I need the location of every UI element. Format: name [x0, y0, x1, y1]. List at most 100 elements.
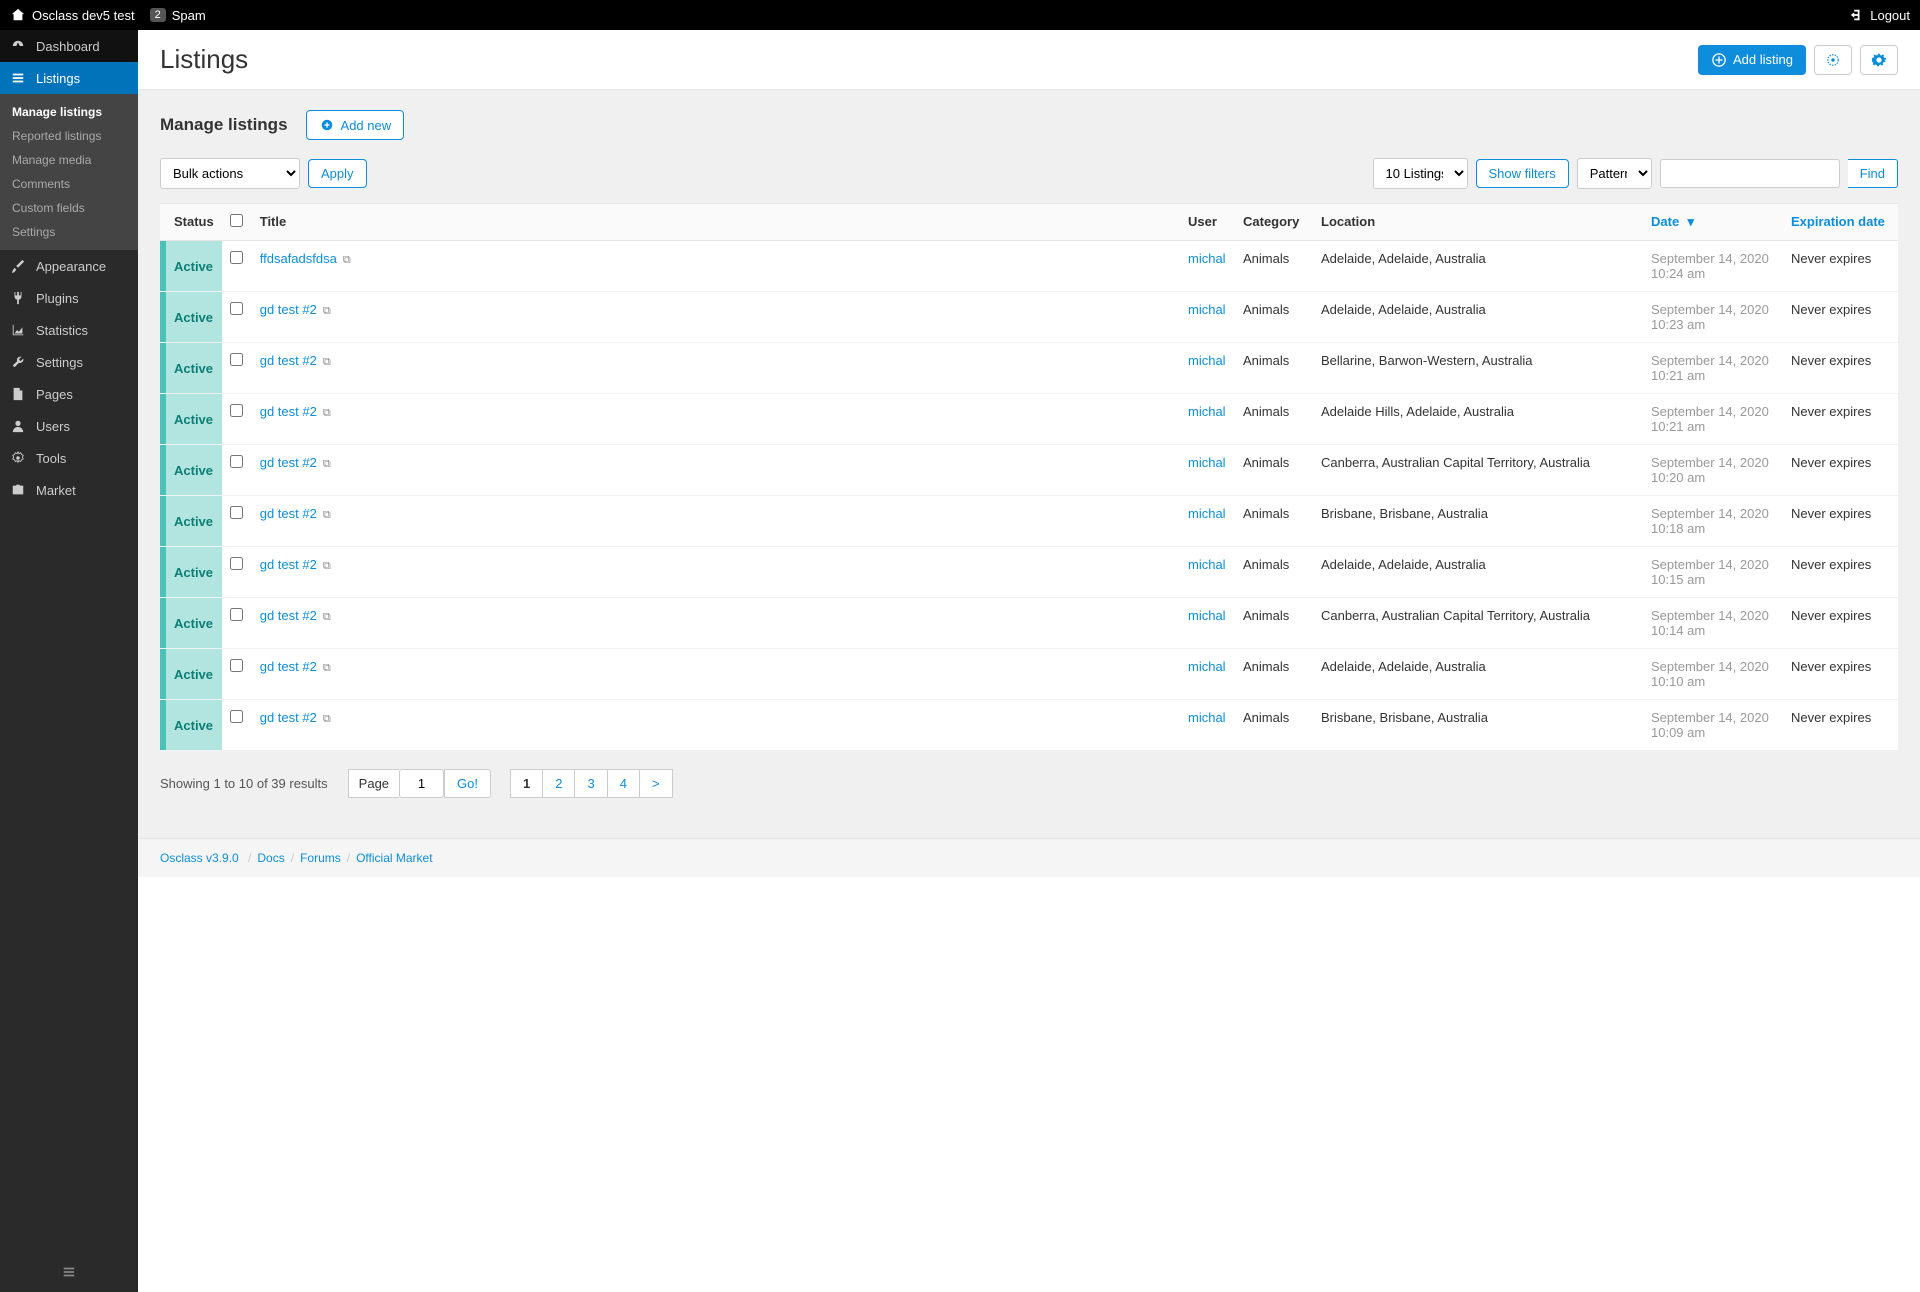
- footer-version[interactable]: Osclass v3.9.0: [160, 851, 239, 865]
- user-link[interactable]: michal: [1188, 251, 1226, 266]
- row-checkbox[interactable]: [230, 608, 243, 621]
- nav-item-plugins[interactable]: Plugins: [0, 282, 138, 314]
- nav-sub-manage-listings[interactable]: Manage listings: [0, 100, 138, 124]
- nav-item-tools[interactable]: Tools: [0, 442, 138, 474]
- user-link[interactable]: michal: [1188, 455, 1226, 470]
- external-link-icon[interactable]: ⧉: [340, 254, 351, 266]
- table-row: Activegd test #2 ⧉michalAnimalsBrisbane,…: [160, 700, 1898, 751]
- footer-link-docs[interactable]: Docs: [257, 851, 284, 865]
- select-all-checkbox[interactable]: [230, 214, 243, 227]
- nav-item-appearance[interactable]: Appearance: [0, 250, 138, 282]
- footer-link-official-market[interactable]: Official Market: [356, 851, 432, 865]
- row-checkbox[interactable]: [230, 251, 243, 264]
- row-checkbox[interactable]: [230, 506, 243, 519]
- footer-link-forums[interactable]: Forums: [300, 851, 341, 865]
- nav-item-users[interactable]: Users: [0, 410, 138, 442]
- nav-sub-custom-fields[interactable]: Custom fields: [0, 196, 138, 220]
- external-link-icon[interactable]: ⧉: [320, 458, 331, 470]
- user-link[interactable]: michal: [1188, 608, 1226, 623]
- per-page-select[interactable]: 10 Listings: [1373, 158, 1468, 189]
- apply-button[interactable]: Apply: [308, 159, 367, 188]
- pager-3[interactable]: 3: [574, 769, 607, 798]
- nav-item-statistics[interactable]: Statistics: [0, 314, 138, 346]
- listing-title-link[interactable]: ffdsafadsfdsa: [260, 251, 337, 266]
- row-checkbox[interactable]: [230, 302, 243, 315]
- nav-item-listings[interactable]: Listings: [0, 62, 138, 94]
- search-mode-select[interactable]: Pattern: [1577, 158, 1652, 189]
- nav-item-settings[interactable]: Settings: [0, 346, 138, 378]
- go-button[interactable]: Go!: [444, 769, 491, 798]
- nav-sub-reported-listings[interactable]: Reported listings: [0, 124, 138, 148]
- content: Listings Add listing Manage listings: [138, 30, 1920, 1292]
- plug-icon: [10, 290, 26, 306]
- external-link-icon[interactable]: ⧉: [320, 356, 331, 368]
- expire-cell: Never expires: [1783, 496, 1898, 547]
- pager-1[interactable]: 1: [510, 769, 543, 798]
- spam-link[interactable]: 2 Spam: [150, 8, 206, 23]
- home-icon: [10, 7, 26, 23]
- external-link-icon[interactable]: ⧉: [320, 611, 331, 623]
- row-checkbox[interactable]: [230, 710, 243, 723]
- site-home-link[interactable]: Osclass dev5 test: [10, 7, 135, 23]
- page-input[interactable]: [399, 769, 444, 798]
- sort-desc-icon: ▾: [1683, 214, 1699, 230]
- external-link-icon[interactable]: ⧉: [320, 509, 331, 521]
- external-link-icon[interactable]: ⧉: [320, 305, 331, 317]
- plus-circle-icon: [319, 117, 335, 133]
- category-cell: Animals: [1235, 292, 1313, 343]
- nav-item-dashboard[interactable]: Dashboard: [0, 30, 138, 62]
- user-link[interactable]: michal: [1188, 404, 1226, 419]
- user-link[interactable]: michal: [1188, 659, 1226, 674]
- bulk-actions-select[interactable]: Bulk actions: [160, 158, 300, 189]
- category-cell: Animals: [1235, 598, 1313, 649]
- pager: 1234>: [511, 769, 673, 798]
- help-button[interactable]: [1814, 45, 1852, 75]
- nav-sub-settings[interactable]: Settings: [0, 220, 138, 244]
- listing-title-link[interactable]: gd test #2: [260, 353, 317, 368]
- nav-sub-comments[interactable]: Comments: [0, 172, 138, 196]
- row-checkbox[interactable]: [230, 557, 243, 570]
- listing-title-link[interactable]: gd test #2: [260, 404, 317, 419]
- col-status: Status: [166, 204, 222, 241]
- listing-title-link[interactable]: gd test #2: [260, 710, 317, 725]
- user-link[interactable]: michal: [1188, 710, 1226, 725]
- logout-link[interactable]: Logout: [1848, 7, 1910, 23]
- external-link-icon[interactable]: ⧉: [320, 662, 331, 674]
- search-input[interactable]: [1660, 159, 1840, 188]
- settings-button[interactable]: [1860, 45, 1898, 75]
- listing-title-link[interactable]: gd test #2: [260, 302, 317, 317]
- nav-item-pages[interactable]: Pages: [0, 378, 138, 410]
- find-button[interactable]: Find: [1848, 159, 1898, 188]
- pager-2[interactable]: 2: [542, 769, 575, 798]
- listing-title-link[interactable]: gd test #2: [260, 557, 317, 572]
- nav-sub-manage-media[interactable]: Manage media: [0, 148, 138, 172]
- listing-title-link[interactable]: gd test #2: [260, 608, 317, 623]
- external-link-icon[interactable]: ⧉: [320, 713, 331, 725]
- listing-title-link[interactable]: gd test #2: [260, 659, 317, 674]
- category-cell: Animals: [1235, 700, 1313, 751]
- add-listing-button[interactable]: Add listing: [1698, 45, 1806, 75]
- show-filters-button[interactable]: Show filters: [1476, 159, 1569, 188]
- row-checkbox[interactable]: [230, 353, 243, 366]
- row-checkbox[interactable]: [230, 455, 243, 468]
- location-cell: Adelaide, Adelaide, Australia: [1313, 241, 1643, 292]
- col-date-sort[interactable]: Date ▾: [1643, 204, 1783, 241]
- location-cell: Adelaide, Adelaide, Australia: [1313, 547, 1643, 598]
- user-link[interactable]: michal: [1188, 353, 1226, 368]
- user-link[interactable]: michal: [1188, 302, 1226, 317]
- pager-4[interactable]: 4: [607, 769, 640, 798]
- listing-title-link[interactable]: gd test #2: [260, 506, 317, 521]
- row-checkbox[interactable]: [230, 404, 243, 417]
- row-checkbox[interactable]: [230, 659, 243, 672]
- nav-item-market[interactable]: Market: [0, 474, 138, 506]
- listing-title-link[interactable]: gd test #2: [260, 455, 317, 470]
- user-link[interactable]: michal: [1188, 557, 1226, 572]
- add-new-label: Add new: [341, 118, 392, 133]
- user-link[interactable]: michal: [1188, 506, 1226, 521]
- col-expiration-sort[interactable]: Expiration date: [1783, 204, 1898, 241]
- external-link-icon[interactable]: ⧉: [320, 407, 331, 419]
- external-link-icon[interactable]: ⧉: [320, 560, 331, 572]
- sidebar-collapse[interactable]: [0, 1254, 138, 1292]
- pager->[interactable]: >: [639, 769, 673, 798]
- add-new-button[interactable]: Add new: [306, 110, 405, 140]
